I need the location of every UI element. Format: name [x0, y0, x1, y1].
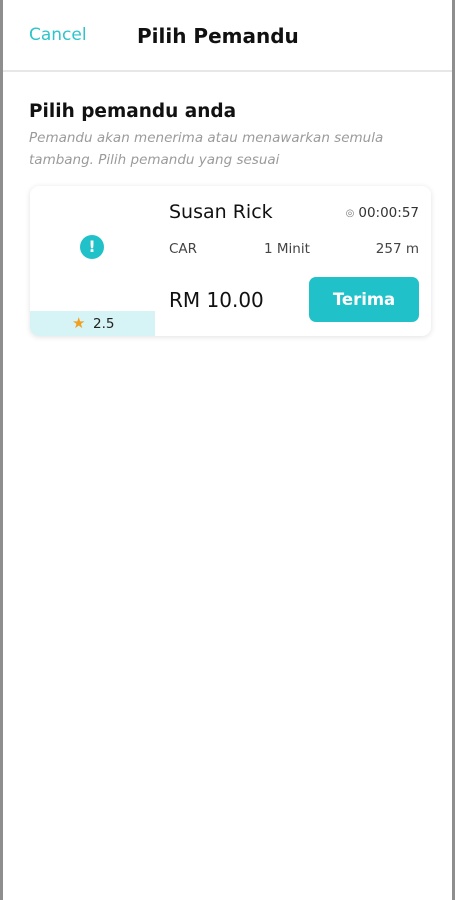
timer-icon: ◎ [345, 208, 355, 219]
distance: 257 m [375, 241, 419, 257]
app-screen: Cancel Pilih Pemandu Pilih pemandu anda … [0, 0, 455, 900]
timer-value: 00:00:57 [358, 205, 419, 221]
page-title: Pilih Pemandu [137, 24, 299, 48]
driver-name: Susan Rick [169, 201, 273, 223]
top-bar: Cancel Pilih Pemandu [3, 0, 452, 72]
vehicle-type: CAR [169, 241, 198, 257]
fare-price: RM 10.00 [169, 288, 264, 312]
offer-timer: ◎ 00:00:57 [346, 205, 419, 221]
star-icon: ★ [72, 314, 86, 332]
cancel-button[interactable]: Cancel [29, 25, 87, 45]
section-description: Pemandu akan menerima atau menawarkan se… [29, 130, 384, 168]
driver-avatar-area: ! ★ 2.5 [30, 186, 155, 336]
accept-button[interactable]: Terima [309, 277, 419, 322]
driver-card[interactable]: ! ★ 2.5 Susan Rick ◎ 00:00:57 CAR 1 Minit… [30, 186, 431, 336]
driver-rating: 2.5 [93, 316, 115, 332]
section-title: Pilih pemandu anda [29, 101, 237, 122]
eta: 1 Minit [264, 241, 310, 257]
alert-icon: ! [80, 235, 104, 259]
rating-bar: ★ 2.5 [30, 311, 155, 336]
